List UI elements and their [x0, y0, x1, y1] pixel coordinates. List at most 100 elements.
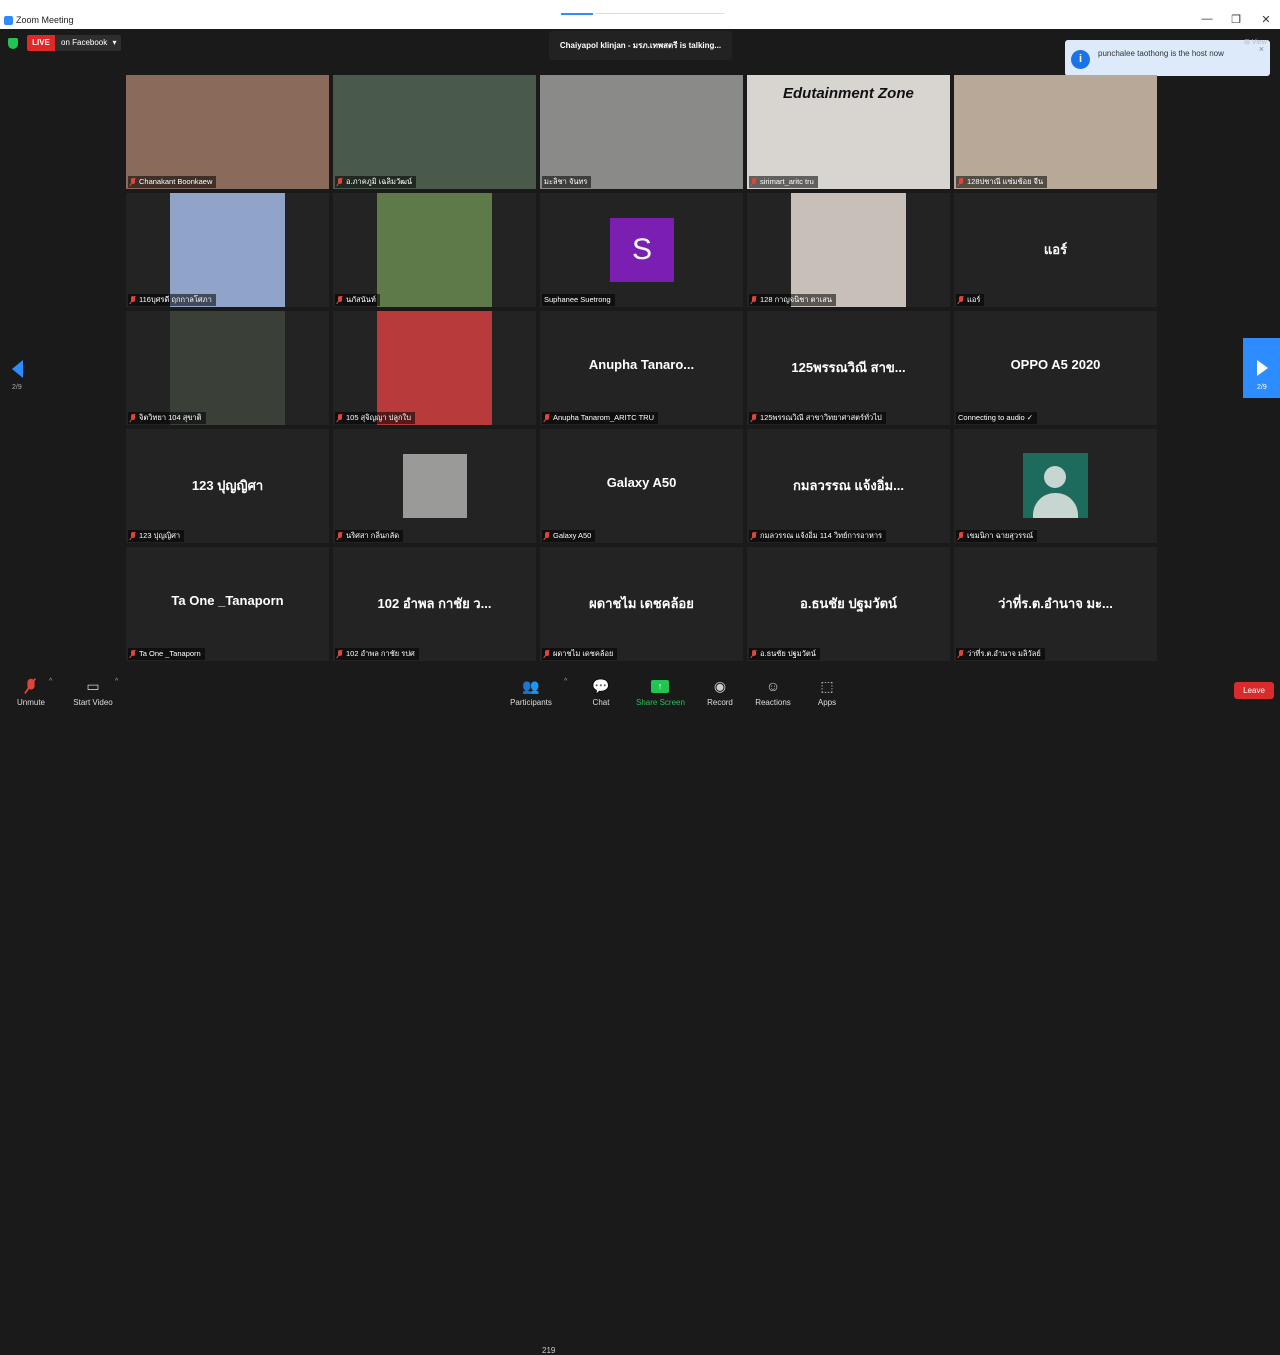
next-page-button[interactable]: 2/9 — [1243, 338, 1280, 398]
gallery-grid: Chanakant Boonkaew อ.ภาคภูมิ เฉลิมวัฒน์ มะ… — [126, 75, 1158, 662]
live-target-dropdown[interactable]: on Facebook ▾ — [55, 35, 121, 51]
participant-name: 105 สุจิญญา ปลูกใบ — [346, 413, 411, 422]
participant-tile[interactable]: S Suphanee Suetrong — [540, 193, 743, 307]
reactions-icon: ☺ — [765, 678, 781, 694]
participant-tile[interactable]: 128ปชาณี แซ่มช้อย จีน — [954, 75, 1157, 189]
participant-name: กมลวรรณ แจ้งอิ่ม 114 วิทย์การอาหาร — [760, 531, 883, 540]
mic-muted-icon — [337, 532, 343, 540]
participant-name-label: นภัสนันท์ — [335, 294, 380, 306]
view-button[interactable]: ⊞ View — [1244, 38, 1267, 46]
participant-tile[interactable]: OPPO A5 2020 Connecting to audio ✓ — [954, 311, 1157, 425]
participant-tile[interactable]: ว่าที่ร.ต.อำนาจ มะ... ว่าที่ร.ต.อำนาจ มลิ… — [954, 547, 1157, 661]
talking-indicator: Chaiyapol klinjan - มรภ.เทพสตรี is talki… — [549, 31, 732, 60]
participant-name: Galaxy A50 — [553, 531, 592, 540]
window-title: Zoom Meeting — [16, 15, 74, 25]
mic-muted-icon — [751, 178, 757, 186]
participant-name: ว่าที่ร.ต.อำนาจ มลิวัลย์ — [967, 649, 1041, 658]
participant-tile[interactable]: จิตวิทยา 104 สุขาติ — [126, 311, 329, 425]
shield-icon[interactable] — [8, 38, 18, 49]
participant-name: Ta One _Tanaporn — [139, 649, 201, 658]
share-screen-button[interactable]: ↑ Share Screen — [636, 676, 685, 707]
participant-name: 123 ปุญญิศา — [139, 531, 181, 540]
participant-name: Anupha Tanarom_ARITC TRU — [553, 413, 655, 422]
participant-tile[interactable]: ผดาชไม เดชคล้อย ผดาชไม เดชคล้อย — [540, 547, 743, 661]
mic-muted-icon — [751, 532, 757, 540]
reactions-label: Reactions — [755, 698, 791, 707]
participant-name-label: Anupha Tanarom_ARITC TRU — [542, 412, 659, 424]
participant-name-label: ว่าที่ร.ต.อำนาจ มลิวัลย์ — [956, 648, 1045, 660]
unmute-button[interactable]: Unmute — [14, 676, 48, 707]
participants-options-caret[interactable]: ^ — [564, 678, 567, 685]
participant-tile[interactable]: 116บุศรดี ฤกกาลโศภา — [126, 193, 329, 307]
chat-icon: 💬 — [592, 677, 610, 694]
live-badge[interactable]: LIVE — [27, 35, 55, 51]
participant-tile[interactable]: กมลวรรณ แจ้งอิ่ม... กมลวรรณ แจ้งอิ่ม 114 … — [747, 429, 950, 543]
record-icon: ◉ — [713, 677, 727, 694]
reactions-button[interactable]: ☺ Reactions — [754, 676, 792, 707]
view-indicator-active — [561, 13, 593, 15]
participant-photo — [403, 454, 467, 518]
restore-icon[interactable]: ❐ — [1229, 13, 1243, 26]
arrow-right-icon — [1257, 360, 1268, 376]
participant-name: มะลิชา จันทร — [544, 177, 588, 186]
participant-tile[interactable]: มะลิชา จันทร — [540, 75, 743, 189]
participant-tile[interactable]: 105 สุจิญญา ปลูกใบ — [333, 311, 536, 425]
apps-button[interactable]: ⬚ Apps — [814, 676, 840, 708]
participant-name: แอร์ — [967, 295, 981, 304]
participant-video — [791, 193, 906, 307]
participant-display-name: ผดาชไม เดชคล้อย — [589, 596, 694, 611]
mic-muted-icon — [958, 532, 964, 540]
participant-tile[interactable]: 125พรรณวิณี สาข... 125พรรณวิณี สาขาวิทยาศ… — [747, 311, 950, 425]
participant-name: 128 กาญจนิชา ตาเสน — [760, 295, 832, 304]
participant-tile[interactable]: 128 กาญจนิชา ตาเสน — [747, 193, 950, 307]
participant-video — [377, 193, 492, 307]
participant-name: 102 อำพล กาชัย รปศ — [346, 649, 415, 658]
audio-options-caret[interactable]: ^ — [49, 678, 52, 685]
participant-name-label: Chanakant Boonkaew — [128, 176, 217, 188]
participant-name-label: 128 กาญจนิชา ตาเสน — [749, 294, 836, 306]
participant-tile[interactable]: นภัสนันท์ — [333, 193, 536, 307]
participant-name-label: อ.ภาคภูมิ เฉลิมวัฒน์ — [335, 176, 417, 188]
previous-page-button[interactable]: 2/9 — [12, 360, 26, 394]
participant-tile[interactable]: Anupha Tanaro... Anupha Tanarom_ARITC TRU — [540, 311, 743, 425]
video-options-caret[interactable]: ^ — [115, 678, 118, 685]
record-button[interactable]: ◉ Record — [705, 676, 735, 708]
participant-tile[interactable]: อ.ภาคภูมิ เฉลิมวัฒน์ — [333, 75, 536, 189]
mic-muted-icon — [544, 532, 550, 540]
participant-tile[interactable]: Galaxy A50 Galaxy A50 — [540, 429, 743, 543]
participant-tile[interactable]: นริศสา กลิ่นกลัด — [333, 429, 536, 543]
participant-name: ผดาชไม เดชคล้อย — [553, 649, 614, 658]
participant-name-label: 116บุศรดี ฤกกาลโศภา — [128, 294, 216, 306]
start-video-label: Start Video — [73, 698, 113, 707]
participant-video — [170, 311, 285, 425]
participant-name-label: 105 สุจิญญา ปลูกใบ — [335, 412, 415, 424]
start-video-button[interactable]: ▭ Start Video — [72, 676, 114, 708]
minimize-icon[interactable]: — — [1200, 13, 1214, 25]
participant-tile[interactable]: Ta One _Tanaporn Ta One _Tanaporn — [126, 547, 329, 661]
participant-name: 125พรรณวิณี สาขาวิทยาศาสตร์ทั่วไป — [760, 413, 882, 422]
mic-muted-icon — [337, 414, 343, 422]
participant-name: นภัสนันท์ — [346, 295, 376, 304]
participant-tile[interactable]: แอร์ แอร์ — [954, 193, 1157, 307]
participant-tile[interactable]: อ.ธนชัย ปฐมวัตน์ อ.ธนชัย ปฐมวัตน์ — [747, 547, 950, 661]
participant-name: อ.ภาคภูมิ เฉลิมวัฒน์ — [346, 177, 413, 186]
participant-name: sirimart_aritc tru — [760, 177, 814, 186]
participants-button[interactable]: 👥 Participants — [508, 676, 554, 708]
participant-tile[interactable]: Edutainment Zone sirimart_aritc tru — [747, 75, 950, 189]
view-indicator-track — [596, 13, 724, 14]
avatar-body-shape — [1033, 493, 1078, 518]
mic-muted-icon — [544, 650, 550, 658]
mic-muted-icon — [958, 650, 964, 658]
participant-tile[interactable]: เขมนิกา ฉายสุวรรณ์ — [954, 429, 1157, 543]
participant-tile[interactable]: 123 ปุญญิศา 123 ปุญญิศา — [126, 429, 329, 543]
participant-tile[interactable]: Chanakant Boonkaew — [126, 75, 329, 189]
chevron-down-icon: ▾ — [112, 38, 117, 47]
participant-name-label: 102 อำพล กาชัย รปศ — [335, 648, 419, 660]
leave-button[interactable]: Leave — [1234, 682, 1274, 699]
zoom-app-icon — [4, 16, 13, 25]
participant-name-label: กมลวรรณ แจ้งอิ่ม 114 วิทย์การอาหาร — [749, 530, 887, 542]
close-icon[interactable]: ✕ — [1259, 13, 1273, 26]
participant-tile[interactable]: 102 อำพล กาชัย ว... 102 อำพล กาชัย รปศ — [333, 547, 536, 661]
participant-name: นริศสา กลิ่นกลัด — [346, 531, 400, 540]
chat-button[interactable]: 💬 Chat — [589, 676, 613, 708]
